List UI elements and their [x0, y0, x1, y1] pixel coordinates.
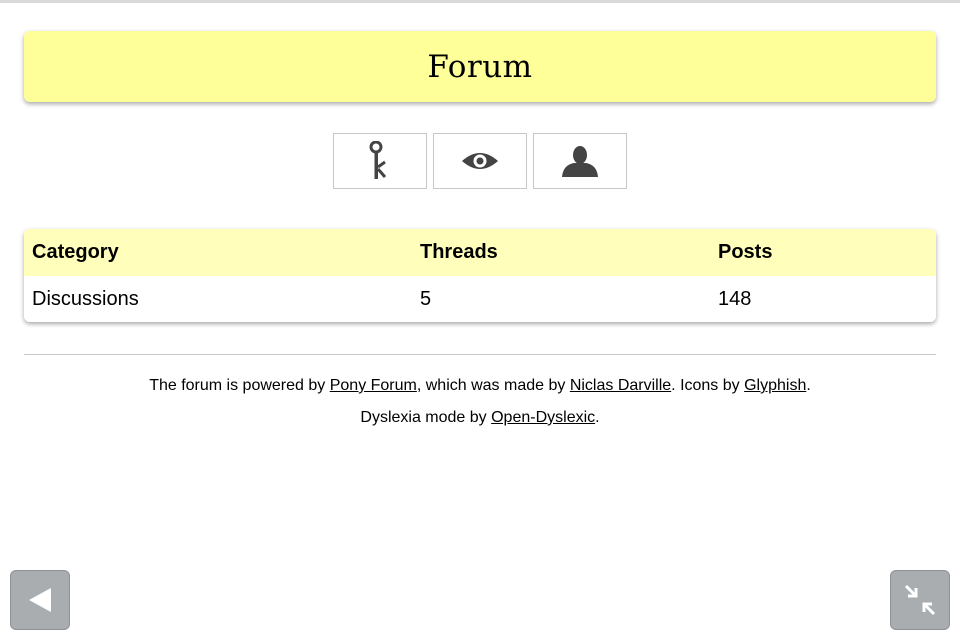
thread-count: 5 — [420, 287, 432, 310]
author-link[interactable]: Niclas Darville — [570, 377, 671, 394]
page-header: Forum — [24, 31, 936, 102]
eye-icon — [462, 153, 498, 169]
top-edge — [0, 0, 960, 3]
toolbar — [333, 133, 627, 189]
key-icon — [369, 141, 387, 179]
table-header-row: Category Threads Posts — [24, 229, 936, 276]
view-button[interactable] — [433, 133, 527, 189]
back-button[interactable] — [10, 570, 70, 630]
category-table: Category Threads Posts Discussions 5 148 — [24, 229, 936, 322]
user-icon — [562, 146, 598, 177]
profile-button[interactable] — [533, 133, 627, 189]
page-title: Forum — [427, 48, 533, 85]
open-dyslexic-link[interactable]: Open-Dyslexic — [491, 409, 595, 426]
footer-text: . Icons by — [671, 377, 745, 394]
footer-credits: The forum is powered by Pony Forum, whic… — [0, 377, 960, 395]
table-row[interactable]: Discussions 5 148 — [24, 276, 936, 322]
pony-forum-link[interactable]: Pony Forum — [330, 377, 417, 394]
footer-divider — [24, 354, 936, 355]
collapse-icon — [904, 584, 936, 616]
footer-text: . — [595, 409, 600, 426]
exit-fullscreen-button[interactable] — [890, 570, 950, 630]
column-header-posts: Posts — [718, 241, 773, 263]
footer-text: , which was made by — [416, 377, 570, 394]
footer-text: . — [806, 377, 811, 394]
back-arrow-icon — [29, 588, 51, 612]
column-header-threads: Threads — [420, 241, 498, 263]
footer-text: The forum is powered by — [149, 377, 330, 394]
post-count: 148 — [718, 287, 752, 310]
category-name[interactable]: Discussions — [24, 276, 412, 322]
login-button[interactable] — [333, 133, 427, 189]
footer-dyslexia: Dyslexia mode by Open-Dyslexic. — [0, 409, 960, 427]
glyphish-link[interactable]: Glyphish — [744, 377, 806, 394]
footer-text: Dyslexia mode by — [360, 409, 492, 426]
column-header-category: Category — [32, 241, 119, 263]
